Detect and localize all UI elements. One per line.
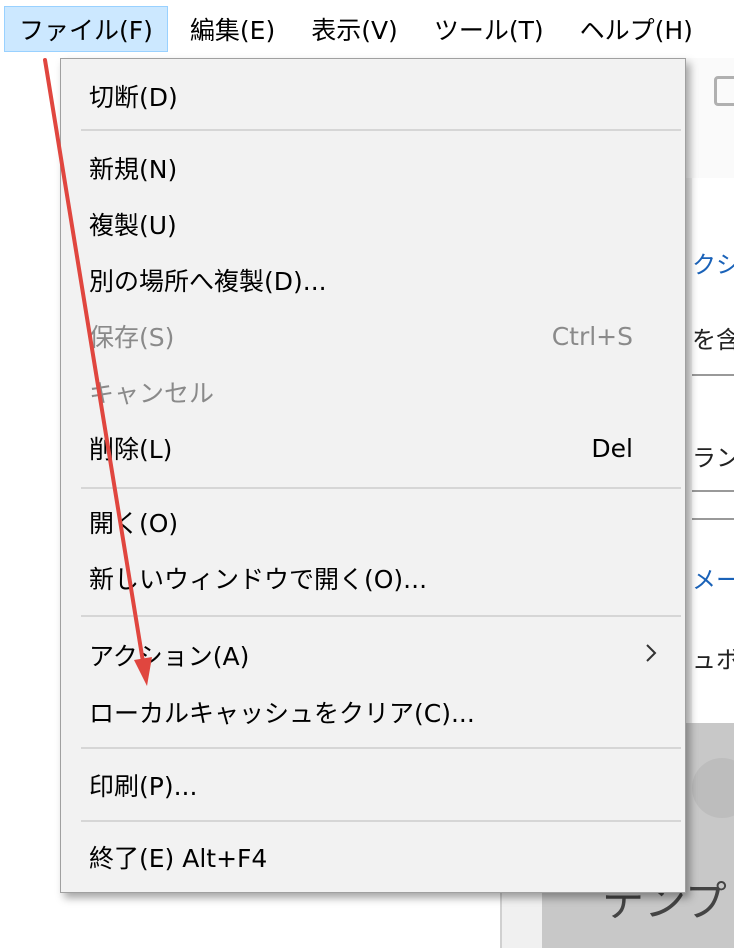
- menu-item-label: 保存(S): [89, 323, 175, 352]
- menu-item-duplicate-elsewhere[interactable]: 別の場所へ複製(D)...: [61, 257, 685, 303]
- menu-tools[interactable]: ツール(T): [420, 6, 558, 52]
- chevron-right-icon: [646, 644, 657, 662]
- menu-view[interactable]: 表示(V): [297, 6, 412, 52]
- menu-item-save: 保存(S) Ctrl+S: [61, 313, 685, 359]
- file-menu-dropdown: 切断(D) 新規(N) 複製(U) 別の場所へ複製(D)... 保存(S) Ct…: [60, 58, 686, 893]
- menu-separator: [81, 820, 681, 822]
- menu-item-label: キャンセル: [89, 379, 215, 408]
- menu-item-disconnect[interactable]: 切断(D): [61, 73, 685, 119]
- menu-edit[interactable]: 編集(E): [176, 6, 289, 52]
- menu-item-open-new-window[interactable]: 新しいウィンドウで開く(O)...: [61, 555, 685, 601]
- background-fragment: ラン: [692, 444, 734, 472]
- menu-item-label: 新規(N): [89, 155, 178, 184]
- menu-item-exit[interactable]: 終了(E) Alt+F4: [61, 834, 685, 880]
- clipboard-icon: [714, 76, 734, 106]
- background-divider: [692, 374, 734, 376]
- background-fragment: メー: [692, 566, 734, 594]
- menu-item-label: 新しいウィンドウで開く(O)...: [89, 565, 428, 594]
- menu-item-delete[interactable]: 削除(L) Del: [61, 425, 685, 471]
- background-divider: [692, 490, 734, 492]
- menu-item-duplicate[interactable]: 複製(U): [61, 201, 685, 247]
- menu-item-print[interactable]: 印刷(P)...: [61, 762, 685, 808]
- menu-item-label: 別の場所へ複製(D)...: [89, 267, 327, 296]
- menu-separator: [81, 615, 681, 617]
- menu-item-shortcut: Del: [591, 433, 633, 463]
- menu-item-label: 終了(E) Alt+F4: [89, 844, 268, 873]
- menu-item-actions[interactable]: アクション(A): [61, 632, 685, 678]
- menu-item-label: 複製(U): [89, 211, 177, 240]
- menu-separator: [81, 129, 681, 131]
- menu-item-open[interactable]: 開く(O): [61, 499, 685, 545]
- menu-item-label: ローカルキャッシュをクリア(C)...: [89, 699, 475, 728]
- background-fragment: ュボ: [692, 646, 734, 674]
- menu-item-new[interactable]: 新規(N): [61, 145, 685, 191]
- menu-item-label: 開く(O): [89, 509, 179, 538]
- menu-item-label: 印刷(P)...: [89, 772, 198, 801]
- menu-file[interactable]: ファイル(F): [4, 6, 168, 52]
- menu-item-label: アクション(A): [89, 642, 250, 671]
- menu-item-clear-local-cache[interactable]: ローカルキャッシュをクリア(C)...: [61, 689, 685, 735]
- background-divider: [692, 518, 734, 520]
- menu-item-label: 切断(D): [89, 83, 178, 112]
- menu-bar: ファイル(F) 編集(E) 表示(V) ツール(T) ヘルプ(H): [0, 0, 734, 58]
- menu-item-label: 削除(L): [89, 435, 173, 464]
- menu-separator: [81, 487, 681, 489]
- background-fragment: クショ: [692, 251, 734, 279]
- background-fragment: を含: [692, 326, 734, 354]
- menu-item-cancel: キャンセル: [61, 369, 685, 415]
- menu-separator: [81, 747, 681, 749]
- menu-item-shortcut: Ctrl+S: [551, 321, 633, 351]
- menu-help[interactable]: ヘルプ(H): [566, 6, 707, 52]
